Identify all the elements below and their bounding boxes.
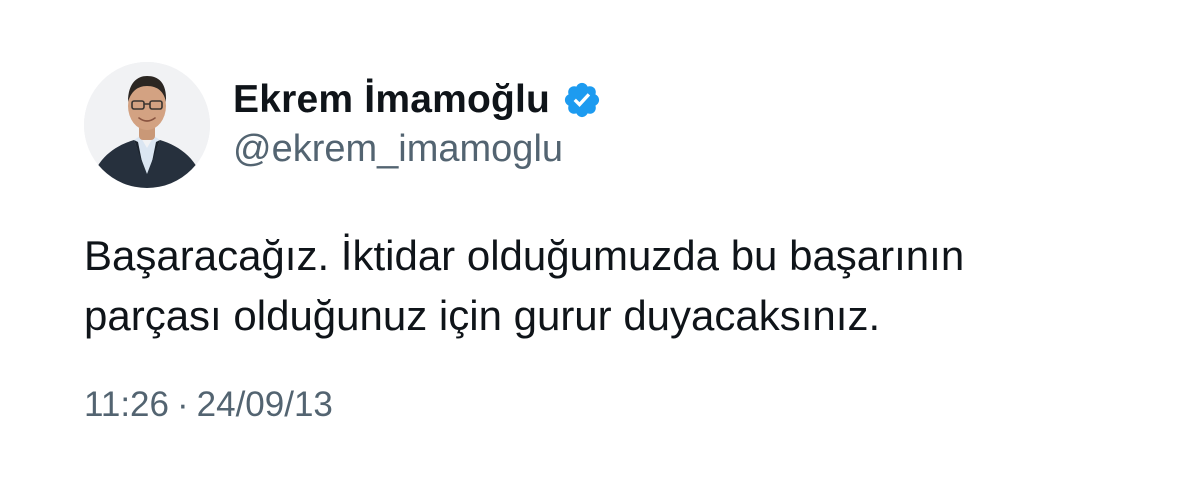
profile-photo	[84, 62, 210, 188]
tweet-meta: 11:26 · 24/09/13	[84, 385, 333, 425]
tweet-date[interactable]: 24/09/13	[197, 385, 333, 424]
avatar[interactable]	[84, 62, 210, 188]
author-handle[interactable]: @ekrem_imamoglu	[233, 128, 563, 171]
tweet-card: Ekrem İmamoğlu @ekrem_imamoglu Başaracağ…	[0, 0, 1199, 489]
verified-badge-icon[interactable]	[562, 80, 602, 120]
tweet-text-line-2: parçası olduğunuz için gurur duyacaksını…	[84, 292, 881, 339]
meta-separator: ·	[177, 385, 189, 424]
display-name[interactable]: Ekrem İmamoğlu	[233, 78, 550, 122]
author-name-row: Ekrem İmamoğlu	[233, 74, 602, 126]
tweet-text-line-1: Başaracağız. İktidar olduğumuzda bu başa…	[84, 232, 965, 279]
tweet-time[interactable]: 11:26	[84, 385, 169, 424]
tweet-text: Başaracağız. İktidar olduğumuzda bu başa…	[84, 226, 1144, 346]
